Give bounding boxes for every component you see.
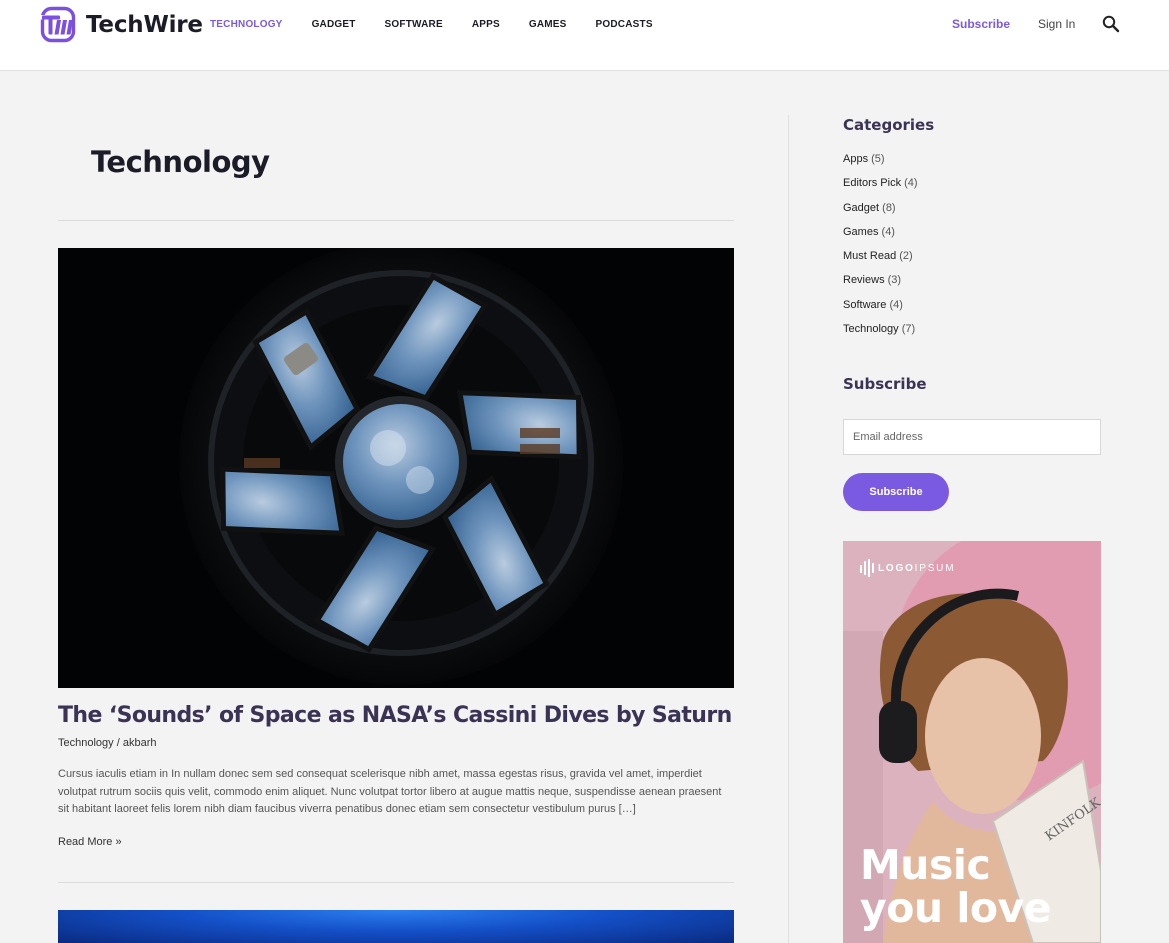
divider [58, 220, 734, 221]
site-header: TechWire TECHNOLOGY GADGET SOFTWARE APPS… [0, 0, 1169, 71]
search-icon[interactable] [1101, 14, 1121, 34]
post-featured-image[interactable] [58, 248, 734, 688]
category-link-games[interactable]: Games [843, 226, 878, 238]
list-item: Software (4) [843, 299, 918, 323]
sidebar-ad-banner[interactable]: KINFOLK LOGO IPSUM Music you love [843, 541, 1101, 943]
header-subscribe-link[interactable]: Subscribe [952, 17, 1010, 31]
category-count: (7) [901, 323, 916, 336]
post-category-link[interactable]: Technology [58, 737, 114, 749]
meta-separator: / [116, 737, 120, 749]
nav-apps[interactable]: APPS [472, 18, 500, 32]
divider [58, 882, 734, 883]
post-meta: Technology / akbarh [58, 737, 156, 749]
post-title[interactable]: The ‘Sounds’ of Space as NASA’s Cassini … [58, 703, 732, 728]
main-nav: TECHNOLOGY GADGET SOFTWARE APPS GAMES PO… [210, 18, 682, 32]
category-count: (4) [904, 177, 918, 190]
ad-headline-line: Music [860, 841, 991, 889]
category-link-apps[interactable]: Apps [843, 153, 868, 165]
category-count: (8) [882, 201, 896, 214]
nav-technology[interactable]: TECHNOLOGY [210, 18, 283, 32]
ad-logo: LOGO IPSUM [860, 559, 955, 577]
post-author-link[interactable]: akbarh [123, 737, 157, 749]
categories-heading: Categories [843, 116, 935, 134]
brand-name: TechWire [86, 11, 203, 38]
category-count: (4) [881, 225, 895, 238]
list-item: Gadget (8) [843, 202, 918, 226]
next-post-image[interactable] [58, 910, 734, 943]
list-item: Technology (7) [843, 323, 918, 347]
nav-podcasts[interactable]: PODCASTS [596, 18, 653, 32]
category-count: (5) [871, 153, 885, 165]
site-logo[interactable]: TechWire [40, 6, 203, 43]
header-signin-link[interactable]: Sign In [1038, 17, 1075, 31]
email-field[interactable] [843, 419, 1101, 455]
category-link-software[interactable]: Software [843, 299, 886, 311]
list-item: Apps (5) [843, 153, 918, 177]
category-count: (2) [899, 250, 913, 263]
nav-software[interactable]: SOFTWARE [385, 18, 443, 32]
category-link-technology[interactable]: Technology [843, 323, 899, 335]
nav-gadget[interactable]: GADGET [312, 18, 356, 32]
category-count: (4) [889, 298, 903, 311]
list-item: Editors Pick (4) [843, 177, 918, 201]
category-link-must-read[interactable]: Must Read [843, 250, 896, 262]
post-excerpt: Cursus iaculis etiam in In nullam donec … [58, 768, 722, 815]
ad-logo-bold-text: LOGO [878, 562, 915, 574]
category-link-gadget[interactable]: Gadget [843, 202, 879, 214]
category-link-editors-pick[interactable]: Editors Pick [843, 177, 901, 189]
list-item: Must Read (2) [843, 250, 918, 274]
ad-headline-line: you love [860, 884, 1052, 932]
read-more-link[interactable]: Read More » [58, 836, 122, 848]
category-link-reviews[interactable]: Reviews [843, 274, 885, 286]
list-item: Reviews (3) [843, 274, 918, 298]
subscribe-heading: Subscribe [843, 375, 927, 393]
logo-bars-icon [860, 559, 874, 577]
ad-headline: Music you love [860, 844, 1100, 930]
list-item: Games (4) [843, 226, 918, 250]
page-title: Technology [91, 145, 270, 179]
sidebar-divider [788, 115, 789, 943]
category-count: (3) [887, 274, 902, 287]
subscribe-button[interactable]: Subscribe [843, 473, 949, 511]
space-station-window-image [58, 248, 734, 688]
nav-games[interactable]: GAMES [529, 18, 567, 32]
techwire-logo-icon [40, 6, 76, 43]
ad-logo-light-text: IPSUM [914, 562, 956, 574]
categories-list: Apps (5) Editors Pick (4) Gadget (8) Gam… [843, 153, 918, 347]
